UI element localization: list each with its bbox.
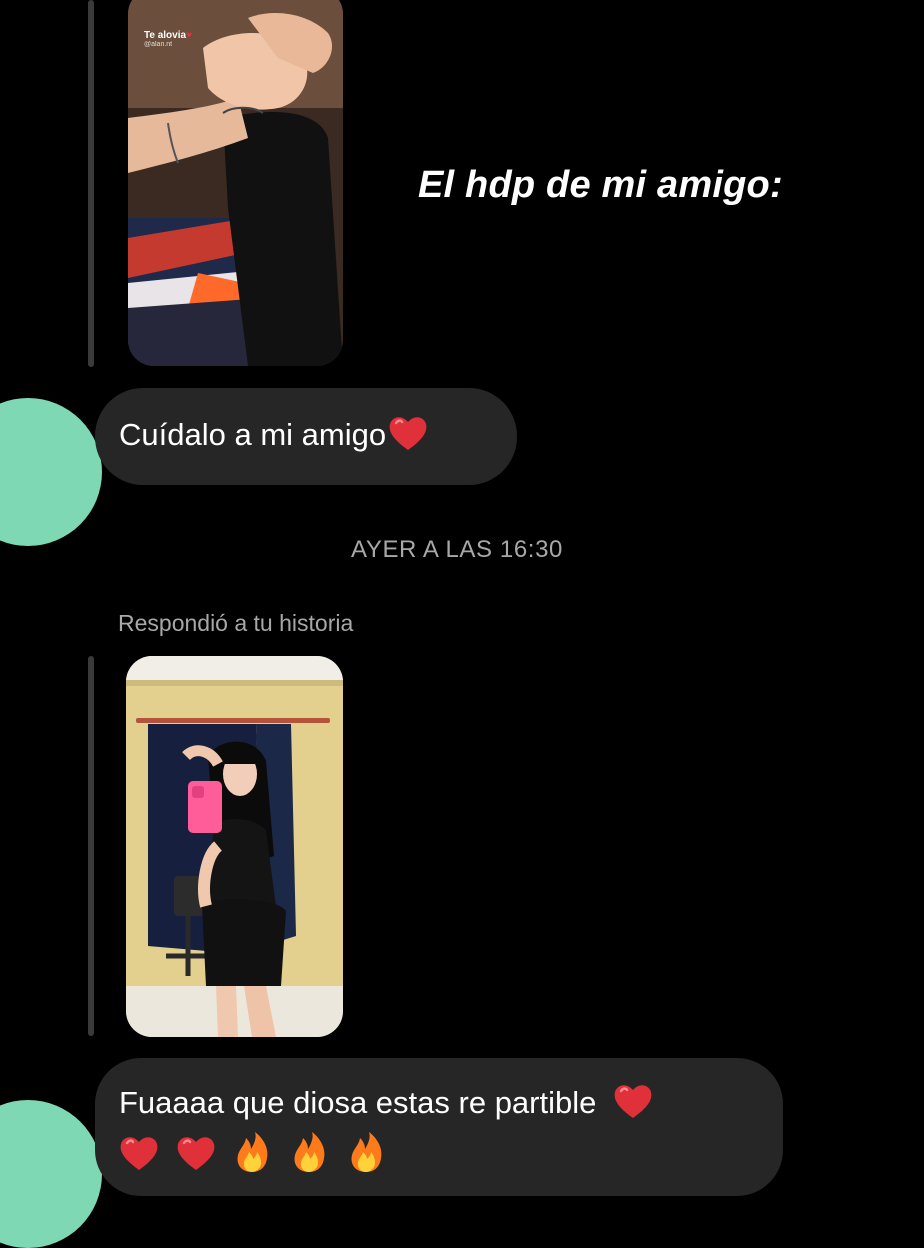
emoji-row [119,1130,759,1178]
reply-indicator-bar [88,0,94,367]
fire-icon [289,1130,329,1174]
sender-avatar[interactable] [0,1100,102,1248]
story-caption-handle: @alan.nt [144,41,173,48]
story-photo-selfie [126,656,343,1037]
fire-icon [232,1130,272,1174]
message-text: Cuídalo a mi amigo [119,417,387,452]
story-thumbnail-hands[interactable]: Te alovia♥ @alan.nt [128,0,343,366]
red-heart-icon [176,1134,216,1172]
fire-icon [346,1130,386,1174]
story-photo-hands [128,0,343,366]
reply-indicator-bar [88,656,94,1036]
story-reply-label: Respondió a tu historia [118,610,354,636]
message-bubble[interactable]: Cuídalo a mi amigo [95,388,517,485]
meme-caption: El hdp de mi amigo: [418,164,783,206]
sender-avatar[interactable] [0,398,102,546]
heart-icon: ♥ [186,30,192,41]
story-caption-text: Te alovia [144,30,187,41]
red-heart-icon [119,1134,159,1172]
red-heart-icon [388,414,428,452]
message-text: Fuaaaa que diosa estas re partible [119,1085,597,1120]
message-bubble[interactable]: Fuaaaa que diosa estas re partible [95,1058,783,1196]
story-caption: Te alovia♥ @alan.nt [144,30,192,48]
story-thumbnail-mirror-selfie[interactable] [126,656,343,1037]
chat-timestamp: AYER A LAS 16:30 [351,536,563,563]
red-heart-icon [613,1082,653,1120]
